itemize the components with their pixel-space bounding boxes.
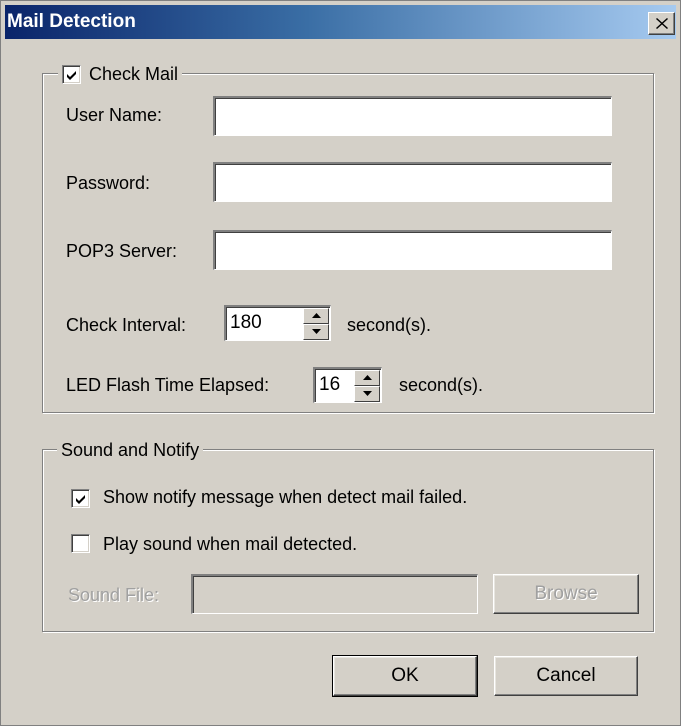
window-title: Mail Detection <box>7 11 136 32</box>
arrow-down-icon <box>312 329 321 334</box>
cancel-button[interactable]: Cancel <box>494 656 638 696</box>
browse-button[interactable]: Browse <box>493 574 639 614</box>
led-flash-up-button[interactable] <box>354 370 380 386</box>
led-flash-spinner[interactable]: 16 <box>313 367 382 403</box>
password-input[interactable] <box>213 162 612 202</box>
sound-notify-legend: Sound and Notify <box>57 437 204 463</box>
check-interval-up-button[interactable] <box>303 308 329 324</box>
show-notify-label[interactable]: Show notify message when detect mail fai… <box>103 487 467 508</box>
check-interval-value[interactable]: 180 <box>230 312 262 334</box>
check-interval-down-button[interactable] <box>303 324 329 340</box>
password-label: Password: <box>66 173 151 193</box>
led-flash-value[interactable]: 16 <box>319 374 340 396</box>
show-notify-checkbox[interactable] <box>71 489 90 508</box>
user-name-label: User Name: <box>66 105 163 125</box>
close-icon <box>656 18 668 29</box>
checkmark-icon <box>67 70 76 80</box>
led-flash-unit: second(s). <box>399 375 484 395</box>
check-interval-label: Check Interval: <box>66 315 187 335</box>
led-flash-down-button[interactable] <box>354 386 380 402</box>
sound-file-label: Sound File: <box>68 585 160 605</box>
check-mail-label[interactable]: Check Mail <box>89 64 178 85</box>
led-flash-label: LED Flash Time Elapsed: <box>66 375 270 395</box>
title-bar[interactable]: Mail Detection <box>5 5 676 39</box>
check-mail-checkbox[interactable] <box>62 64 81 84</box>
check-mail-legend: Check Mail <box>58 61 183 87</box>
arrow-down-icon <box>363 391 372 396</box>
mail-detection-dialog: Mail Detection Check Mail User Name: Pas… <box>0 0 681 726</box>
arrow-up-icon <box>312 313 321 318</box>
checkmark-icon <box>76 495 85 504</box>
play-sound-label[interactable]: Play sound when mail detected. <box>103 534 357 555</box>
pop3-server-label: POP3 Server: <box>66 241 178 261</box>
user-name-input[interactable] <box>213 96 612 136</box>
sound-file-input[interactable] <box>191 574 478 614</box>
sound-notify-label: Sound and Notify <box>61 439 200 460</box>
arrow-up-icon <box>363 375 372 380</box>
check-interval-unit: second(s). <box>347 315 432 335</box>
ok-button[interactable]: OK <box>332 655 478 697</box>
play-sound-checkbox[interactable] <box>71 534 90 553</box>
close-button[interactable] <box>648 12 675 35</box>
check-interval-spinner[interactable]: 180 <box>224 305 331 341</box>
pop3-server-input[interactable] <box>213 230 612 270</box>
